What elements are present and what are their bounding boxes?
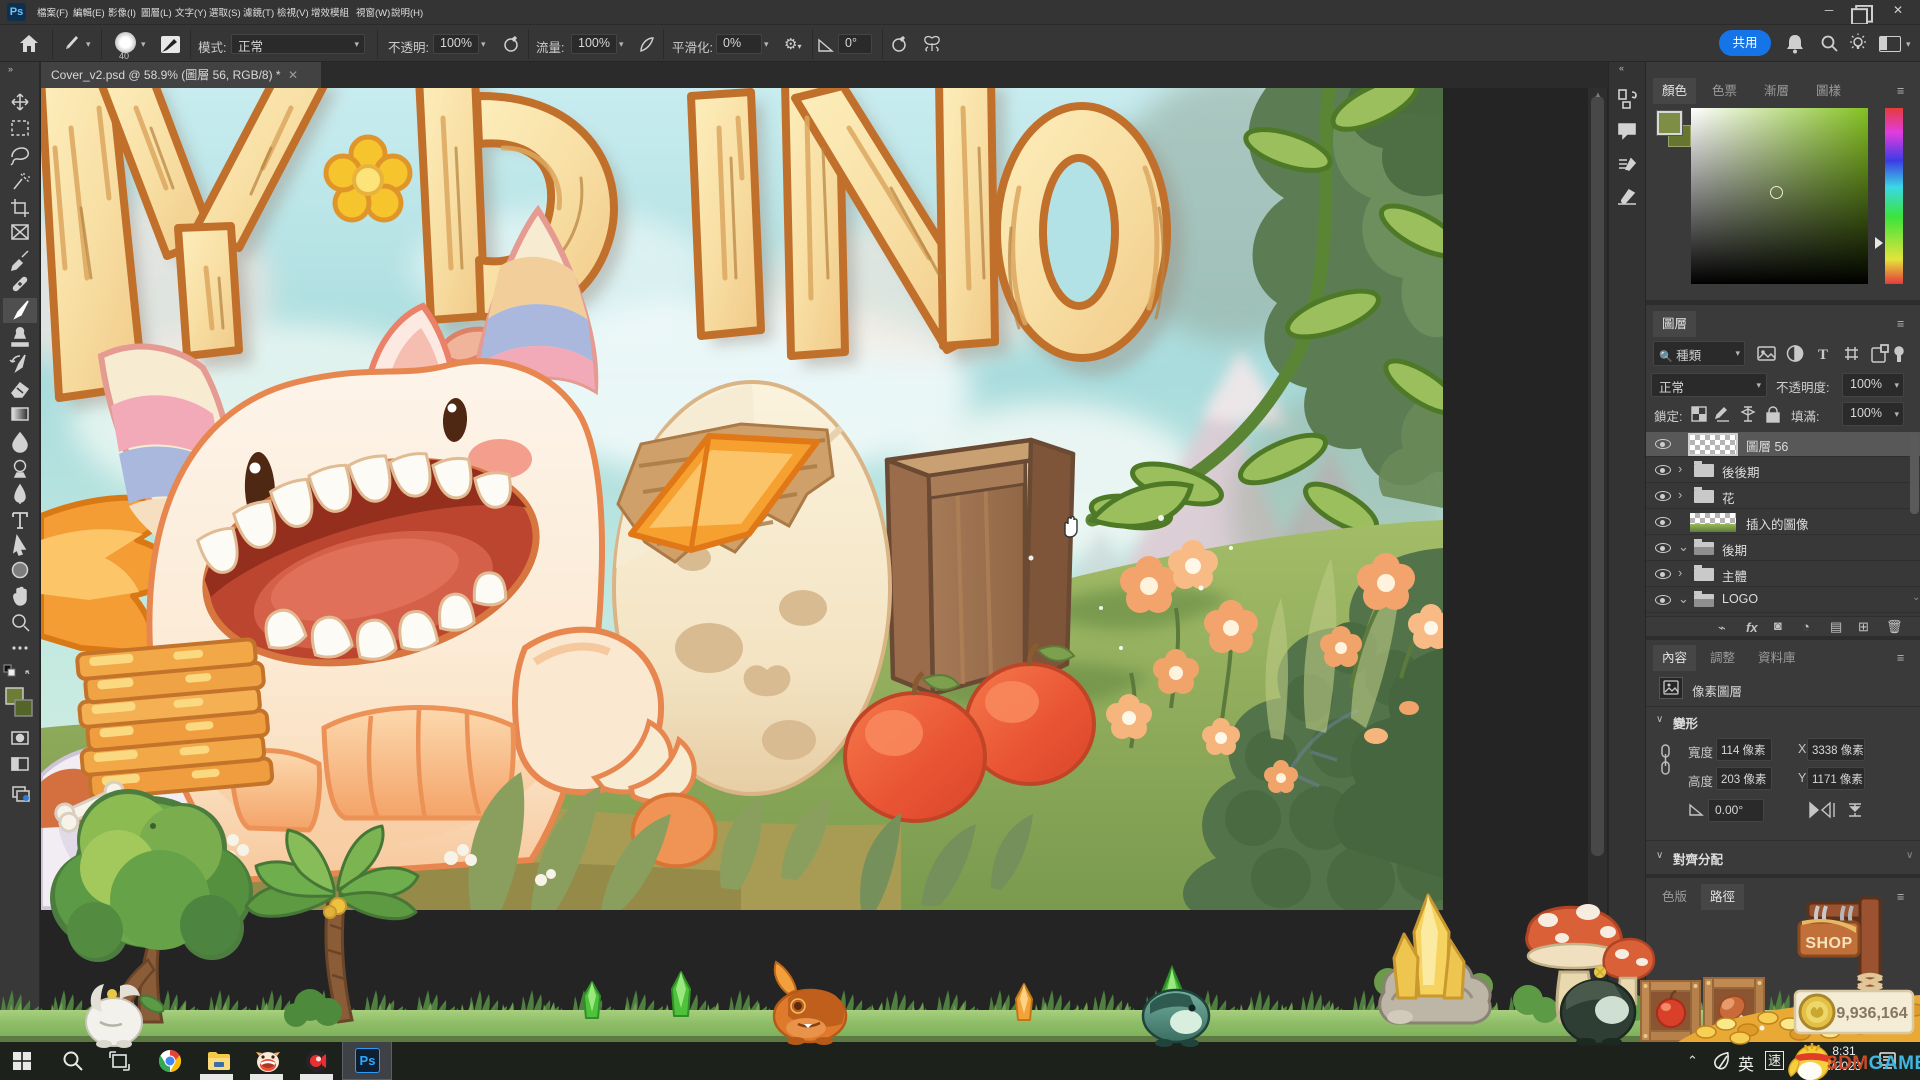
svg-text:T: T [1818, 347, 1828, 363]
